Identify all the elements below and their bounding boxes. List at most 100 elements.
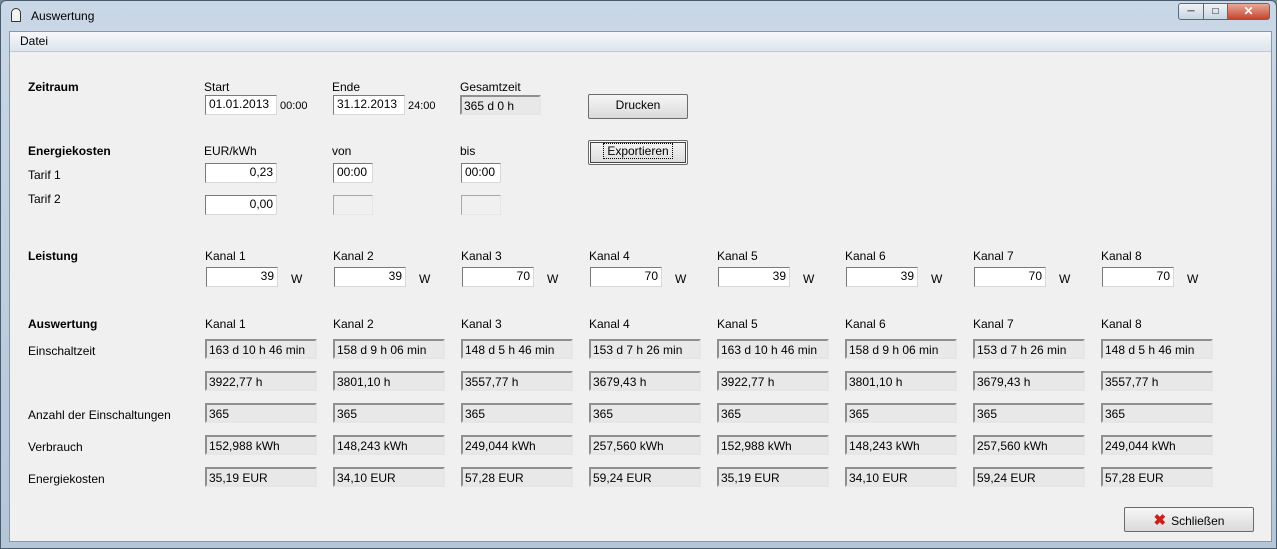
total-time-field: 365 d 0 h (460, 95, 541, 115)
evaluation-ontime-field: 153 d 7 h 26 min (589, 339, 701, 359)
evaluation-cost-field: 35,19 EUR (205, 467, 317, 487)
power-channel-label: Kanal 6 (845, 249, 886, 263)
power-channel-input[interactable]: 39 (846, 267, 918, 287)
evaluation-consumption-field: 249,044 kWh (1101, 435, 1213, 455)
export-button[interactable]: Exportieren (588, 140, 688, 165)
power-channel-label: Kanal 1 (205, 249, 246, 263)
export-button-label: Exportieren (603, 143, 673, 159)
close-button[interactable]: ✖ Schließen (1124, 507, 1254, 532)
evaluation-cost-field: 57,28 EUR (461, 467, 573, 487)
evaluation-channel-label: Kanal 7 (973, 317, 1014, 331)
power-unit-label: W (419, 272, 431, 286)
evaluation-count-field: 365 (333, 403, 445, 423)
evaluation-channel-label: Kanal 2 (333, 317, 374, 331)
evaluation-ontime-field: 148 d 5 h 46 min (1101, 339, 1213, 359)
evaluation-channel-label: Kanal 1 (205, 317, 246, 331)
tarif1-from-input[interactable]: 00:00 (333, 163, 373, 183)
evaluation-cost-field: 59,24 EUR (589, 467, 701, 487)
evaluation-count-field: 365 (973, 403, 1085, 423)
tarif2-label: Tarif 2 (28, 192, 61, 206)
evaluation-cost-field: 34,10 EUR (333, 467, 445, 487)
power-channel-input[interactable]: 70 (590, 267, 662, 287)
power-unit-label: W (675, 272, 687, 286)
power-channel-input[interactable]: 39 (206, 267, 278, 287)
evaluation-hours-field: 3922,77 h (717, 371, 829, 391)
minimize-icon: ─ (1187, 6, 1195, 17)
section-zeitraum-label: Zeitraum (28, 80, 79, 94)
row-label-energiekosten: Energiekosten (28, 472, 105, 486)
from-column-label: von (332, 144, 352, 158)
power-channel-input[interactable]: 70 (1102, 267, 1174, 287)
power-channel-input[interactable]: 70 (974, 267, 1046, 287)
evaluation-cost-field: 57,28 EUR (1101, 467, 1213, 487)
tarif2-from-input (333, 195, 373, 215)
title-bar[interactable]: Auswertung ─ □ ✕ (1, 1, 1276, 31)
evaluation-count-field: 365 (205, 403, 317, 423)
evaluation-count-field: 365 (589, 403, 701, 423)
power-unit-label: W (291, 272, 303, 286)
tarif1-label: Tarif 1 (28, 168, 61, 182)
row-label-anzahl: Anzahl der Einschaltungen (28, 408, 171, 422)
evaluation-cost-field: 59,24 EUR (973, 467, 1085, 487)
start-date-input[interactable]: 01.01.2013 (205, 95, 277, 115)
close-window-button[interactable]: ✕ (1227, 3, 1270, 20)
power-channel-label: Kanal 3 (461, 249, 502, 263)
close-button-label: Schließen (1171, 514, 1225, 528)
power-channel-label: Kanal 7 (973, 249, 1014, 263)
section-leistung-label: Leistung (28, 249, 78, 263)
print-button[interactable]: Drucken (588, 94, 688, 119)
evaluation-hours-field: 3557,77 h (461, 371, 573, 391)
power-unit-label: W (803, 272, 815, 286)
end-time: 24:00 (408, 100, 436, 112)
evaluation-consumption-field: 148,243 kWh (333, 435, 445, 455)
evaluation-consumption-field: 152,988 kWh (205, 435, 317, 455)
evaluation-consumption-field: 148,243 kWh (845, 435, 957, 455)
evaluation-consumption-field: 257,560 kWh (973, 435, 1085, 455)
power-channel-label: Kanal 4 (589, 249, 630, 263)
price-column-label: EUR/kWh (204, 144, 257, 158)
evaluation-count-field: 365 (1101, 403, 1213, 423)
section-energiekosten-label: Energiekosten (28, 144, 111, 158)
evaluation-count-field: 365 (461, 403, 573, 423)
total-label: Gesamtzeit (460, 80, 521, 94)
row-label-verbrauch: Verbrauch (28, 440, 83, 454)
evaluation-hours-field: 3801,10 h (333, 371, 445, 391)
evaluation-ontime-field: 163 d 10 h 46 min (205, 339, 317, 359)
evaluation-ontime-field: 158 d 9 h 06 min (333, 339, 445, 359)
minimize-button[interactable]: ─ (1178, 3, 1204, 20)
section-auswertung-label: Auswertung (28, 317, 98, 331)
maximize-button[interactable]: □ (1203, 3, 1228, 20)
menu-file[interactable]: Datei (14, 32, 54, 51)
evaluation-consumption-field: 152,988 kWh (717, 435, 829, 455)
evaluation-consumption-field: 257,560 kWh (589, 435, 701, 455)
power-unit-label: W (1187, 272, 1199, 286)
evaluation-ontime-field: 153 d 7 h 26 min (973, 339, 1085, 359)
app-icon (11, 8, 21, 22)
evaluation-channel-label: Kanal 4 (589, 317, 630, 331)
window: Auswertung ─ □ ✕ Datei Zeitraum Start 01… (0, 0, 1277, 549)
power-channel-input[interactable]: 39 (718, 267, 790, 287)
tarif1-price-input[interactable]: 0,23 (205, 163, 277, 183)
close-x-icon: ✖ (1153, 512, 1167, 529)
print-button-label: Drucken (615, 98, 661, 112)
end-date-input[interactable]: 31.12.2013 (333, 95, 405, 115)
close-icon: ✕ (1243, 4, 1254, 18)
to-column-label: bis (460, 144, 476, 158)
menu-bar: Datei (10, 32, 1271, 52)
power-unit-label: W (1059, 272, 1071, 286)
power-channel-input[interactable]: 70 (462, 267, 534, 287)
power-unit-label: W (931, 272, 943, 286)
evaluation-channel-label: Kanal 6 (845, 317, 886, 331)
end-label: Ende (332, 80, 361, 94)
start-label: Start (204, 80, 230, 94)
tarif1-to-input[interactable]: 00:00 (461, 163, 501, 183)
tarif2-price-input[interactable]: 0,00 (205, 195, 277, 215)
power-channel-input[interactable]: 39 (334, 267, 406, 287)
evaluation-consumption-field: 249,044 kWh (461, 435, 573, 455)
tarif2-to-input (461, 195, 501, 215)
evaluation-ontime-field: 148 d 5 h 46 min (461, 339, 573, 359)
evaluation-channel-label: Kanal 3 (461, 317, 502, 331)
evaluation-hours-field: 3679,43 h (589, 371, 701, 391)
evaluation-hours-field: 3801,10 h (845, 371, 957, 391)
evaluation-channel-label: Kanal 8 (1101, 317, 1142, 331)
